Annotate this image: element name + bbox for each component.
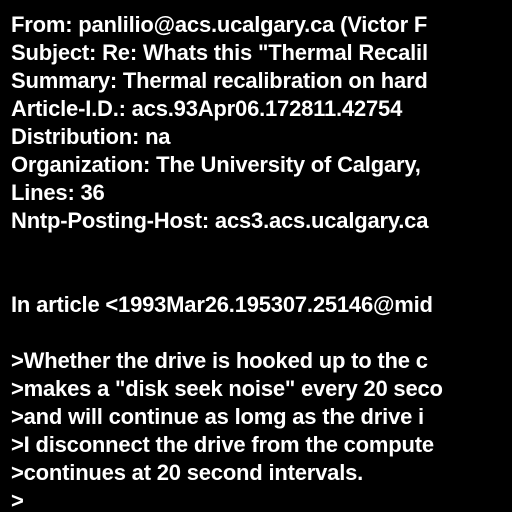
quoted-line: >makes a "disk seek noise" every 20 seco bbox=[11, 376, 443, 401]
header-distribution: Distribution: na bbox=[11, 124, 171, 149]
quoted-line: >continues at 20 second intervals. bbox=[11, 460, 364, 485]
header-from: From: panlilio@acs.ucalgary.ca (Victor F bbox=[11, 12, 428, 37]
quoted-line: >I disconnect the drive from the compute bbox=[11, 432, 434, 457]
article-attribution: In article <1993Mar26.195307.25146@mid bbox=[11, 292, 433, 317]
header-organization: Organization: The University of Calgary, bbox=[11, 152, 421, 177]
header-subject: Subject: Re: Whats this "Thermal Recalil bbox=[11, 40, 428, 65]
header-summary: Summary: Thermal recalibration on hard bbox=[11, 68, 428, 93]
message-view: From: panlilio@acs.ucalgary.ca (Victor F… bbox=[0, 0, 512, 512]
quoted-line: > bbox=[11, 488, 24, 512]
quoted-line: >and will continue as lomg as the drive … bbox=[11, 404, 424, 429]
header-lines: Lines: 36 bbox=[11, 180, 105, 205]
quoted-line: >Whether the drive is hooked up to the c bbox=[11, 348, 428, 373]
header-nntp-posting-host: Nntp-Posting-Host: acs3.acs.ucalgary.ca bbox=[11, 208, 429, 233]
header-article-id: Article-I.D.: acs.93Apr06.172811.42754 bbox=[11, 96, 403, 121]
